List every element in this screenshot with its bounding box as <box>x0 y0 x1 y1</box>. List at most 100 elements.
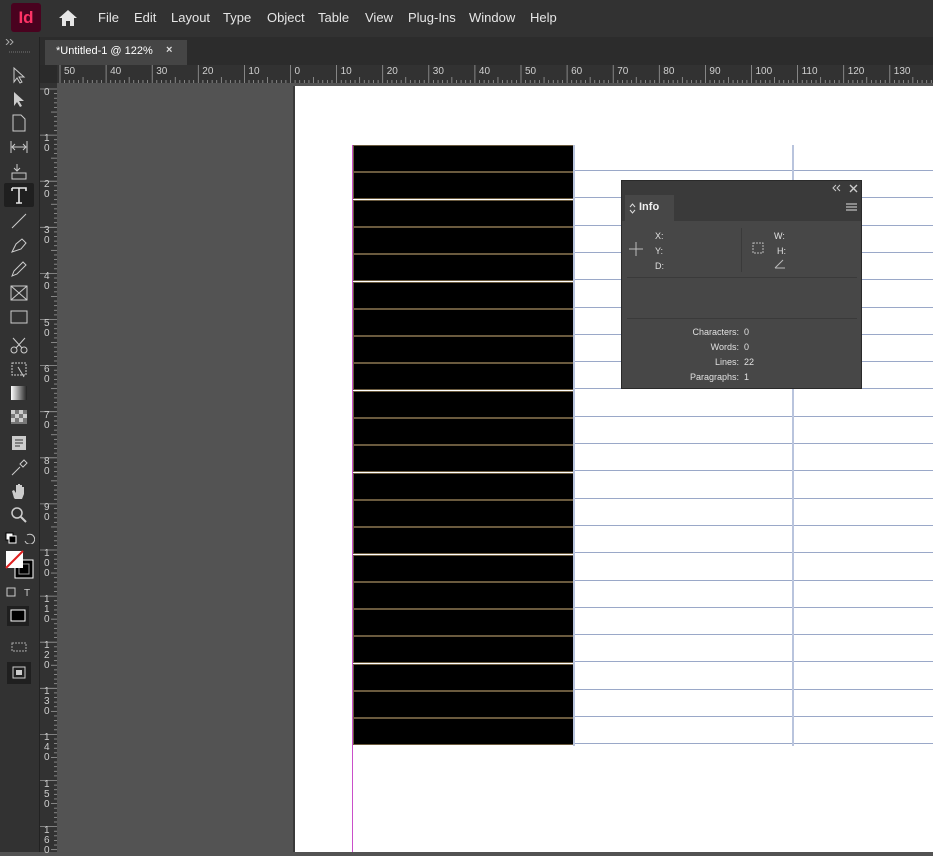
table-cell[interactable] <box>574 390 793 417</box>
screen-mode-icon[interactable] <box>6 661 36 685</box>
menu-type[interactable]: Type <box>223 10 251 25</box>
table-cell-filled[interactable] <box>353 336 574 364</box>
table-cell-filled[interactable] <box>353 145 574 172</box>
default-colors-icon[interactable] <box>5 532 35 544</box>
table-row[interactable] <box>353 445 933 473</box>
fill-stroke-icon[interactable] <box>5 550 35 580</box>
collapse-icon[interactable] <box>5 39 15 45</box>
table-cell[interactable] <box>794 663 933 690</box>
collapse-panel-icon[interactable] <box>831 184 841 192</box>
table-cell[interactable] <box>574 718 793 745</box>
table-cell-filled[interactable] <box>353 199 574 227</box>
table-cell-filled[interactable] <box>353 254 574 282</box>
table-cell-filled[interactable] <box>353 308 574 336</box>
table-cell[interactable] <box>574 609 793 636</box>
selection-tool-icon[interactable] <box>8 65 30 85</box>
gradient-feather-icon[interactable] <box>8 407 30 427</box>
table-cell-filled[interactable] <box>353 172 574 200</box>
rectangle-tool-icon[interactable] <box>8 307 30 327</box>
table-cell-filled[interactable] <box>353 718 574 746</box>
table-cell-filled[interactable] <box>353 418 574 445</box>
table-cell-filled[interactable] <box>353 226 574 254</box>
table-cell[interactable] <box>574 691 793 717</box>
free-transform-icon[interactable] <box>8 359 30 379</box>
close-icon[interactable]: × <box>166 44 172 56</box>
menu-plug-ins[interactable]: Plug-Ins <box>408 10 456 25</box>
table-cell-filled[interactable] <box>353 581 574 609</box>
pen-tool-icon[interactable] <box>8 235 30 255</box>
scissors-icon[interactable] <box>8 335 30 355</box>
note-tool-icon[interactable] <box>8 433 30 453</box>
pencil-tool-icon[interactable] <box>8 259 30 279</box>
table-cell[interactable] <box>794 390 933 417</box>
preflight-icon[interactable] <box>8 637 32 653</box>
table-row[interactable] <box>353 527 933 555</box>
table-cell[interactable] <box>574 581 793 608</box>
table-cell[interactable] <box>574 145 793 171</box>
table-row[interactable] <box>353 418 933 445</box>
menu-help[interactable]: Help <box>530 10 557 25</box>
table-cell[interactable] <box>574 527 793 554</box>
ruler-origin[interactable] <box>40 65 57 83</box>
zoom-tool-icon[interactable] <box>8 505 30 525</box>
table-cell[interactable] <box>794 718 933 745</box>
menu-edit[interactable]: Edit <box>134 10 156 25</box>
apply-color-icon[interactable] <box>6 605 36 627</box>
table-cell-filled[interactable] <box>353 609 574 637</box>
line-tool-icon[interactable] <box>8 211 30 231</box>
table-cell-filled[interactable] <box>353 281 574 309</box>
table-row[interactable] <box>353 663 933 691</box>
format-affects-container-icon[interactable]: T <box>6 587 36 599</box>
table-cell[interactable] <box>794 418 933 444</box>
info-tab-label[interactable]: Info <box>639 201 659 213</box>
table-cell[interactable] <box>794 527 933 554</box>
table-cell-filled[interactable] <box>353 445 574 473</box>
table-row[interactable] <box>353 609 933 637</box>
table-row[interactable] <box>353 718 933 746</box>
home-icon[interactable] <box>57 8 79 28</box>
table-cell[interactable] <box>574 445 793 472</box>
table-cell[interactable] <box>574 554 793 581</box>
page-tool-icon[interactable] <box>8 113 30 133</box>
table-cell-filled[interactable] <box>353 527 574 555</box>
table-column-divider[interactable] <box>573 145 575 746</box>
gap-tool-icon[interactable] <box>8 137 30 157</box>
table-cell[interactable] <box>794 691 933 717</box>
table-cell-filled[interactable] <box>353 663 574 691</box>
table-row[interactable] <box>353 145 933 172</box>
document-tab-title[interactable]: *Untitled-1 @ 122% <box>56 45 153 57</box>
table-cell-filled[interactable] <box>353 554 574 582</box>
gradient-swatch-icon[interactable] <box>8 383 30 403</box>
table-cell[interactable] <box>574 499 793 526</box>
table-cell[interactable] <box>574 418 793 444</box>
panel-menu-icon[interactable] <box>846 203 857 212</box>
table-cell[interactable] <box>794 636 933 663</box>
panel-header[interactable] <box>622 181 861 195</box>
menu-window[interactable]: Window <box>469 10 515 25</box>
eyedropper-icon[interactable] <box>8 457 30 477</box>
table-cell-filled[interactable] <box>353 499 574 527</box>
sort-arrows-icon[interactable] <box>629 203 636 214</box>
rectangle-frame-icon[interactable] <box>8 283 30 303</box>
menu-table[interactable]: Table <box>318 10 349 25</box>
table-row[interactable] <box>353 554 933 582</box>
table-cell[interactable] <box>574 636 793 663</box>
table-cell-filled[interactable] <box>353 472 574 500</box>
direct-selection-tool-icon[interactable] <box>8 89 30 109</box>
menu-layout[interactable]: Layout <box>171 10 210 25</box>
table-row[interactable] <box>353 499 933 527</box>
table-row[interactable] <box>353 581 933 609</box>
table-row[interactable] <box>353 472 933 500</box>
menu-object[interactable]: Object <box>267 10 305 25</box>
table-cell[interactable] <box>574 663 793 690</box>
table-cell[interactable] <box>794 472 933 499</box>
table-row[interactable] <box>353 636 933 664</box>
table-cell[interactable] <box>794 145 933 171</box>
table-row[interactable] <box>353 390 933 418</box>
type-tool-icon[interactable] <box>8 185 30 205</box>
table-cell-filled[interactable] <box>353 636 574 664</box>
menu-view[interactable]: View <box>365 10 393 25</box>
hand-tool-icon[interactable] <box>8 481 30 501</box>
close-panel-icon[interactable] <box>849 184 858 193</box>
table-cell[interactable] <box>794 499 933 526</box>
